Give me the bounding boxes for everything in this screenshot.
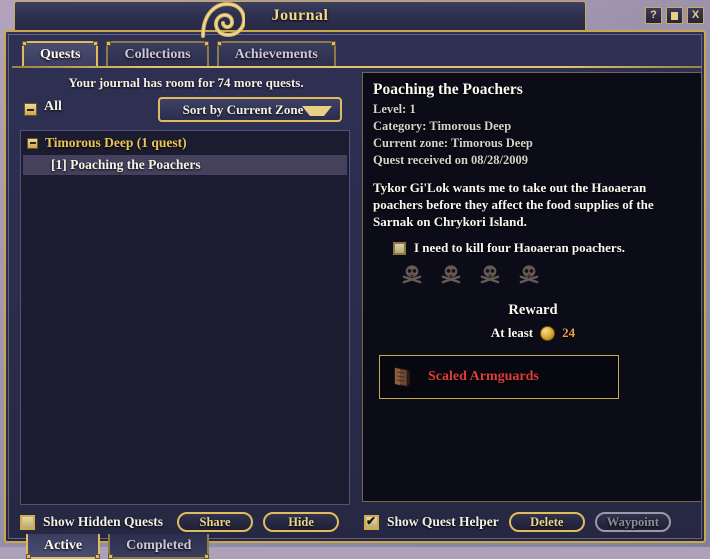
journal-window: Journal ? X Quests Collections Achieveme… — [0, 0, 710, 559]
quest-group-header[interactable]: Timorous Deep (1 quest) — [23, 133, 347, 153]
scroll-ornament-icon — [201, 2, 245, 38]
armguards-icon — [394, 367, 410, 387]
kill-counter-markers — [401, 264, 693, 284]
hide-button[interactable]: Hide — [263, 512, 340, 532]
quest-description: Tykor Gi'Lok wants me to take out the Ha… — [373, 180, 654, 229]
show-hidden-quests-label: Show Hidden Quests — [43, 514, 164, 529]
tab-achievements[interactable]: Achievements — [216, 41, 336, 67]
reward-heading: Reward — [508, 302, 558, 318]
quest-detail-box: Poaching the Poachers Level: 1 Category:… — [362, 72, 702, 502]
quest-current-zone: Current zone: Timorous Deep — [373, 136, 533, 150]
tab-collections-label: Collections — [124, 47, 191, 62]
filter-row: All Sort by Current Zone — [16, 97, 356, 125]
tab-stud-right — [330, 41, 336, 46]
sort-dropdown[interactable]: Sort by Current Zone — [158, 97, 342, 122]
tab-collections[interactable]: Collections — [106, 41, 209, 67]
quest-detail-column: Poaching the Poachers Level: 1 Category:… — [362, 72, 704, 532]
show-hidden-quests-checkbox[interactable] — [20, 514, 35, 530]
tab-stud-left — [216, 41, 222, 46]
tab-quests-label: Quests — [40, 47, 81, 62]
reward-prefix-label: At least — [490, 325, 534, 340]
gold-coin-icon — [540, 325, 556, 341]
window-controls: ? X — [645, 7, 704, 24]
tab-stud-right — [204, 554, 210, 559]
chevron-down-icon — [302, 106, 332, 116]
reward-currency-row: At least 24 — [373, 325, 693, 341]
show-quest-helper-label: Show Quest Helper — [387, 514, 499, 529]
quest-category: Category: Timorous Deep — [373, 119, 512, 133]
waypoint-button: Waypoint — [594, 512, 671, 532]
show-quest-helper-checkbox[interactable] — [364, 514, 379, 530]
quest-level: Level: 1 — [373, 102, 416, 116]
quest-list-item[interactable]: [1] Poaching the Poachers — [23, 155, 347, 175]
tab-underline-divider — [12, 66, 702, 68]
reward-item-name: Scaled Armguards — [428, 369, 539, 384]
window-titlebar[interactable]: Journal — [14, 1, 586, 38]
quest-list-box[interactable]: Timorous Deep (1 quest) [1] Poaching the… — [20, 130, 350, 505]
quest-objective-text: I need to kill four Haoaeran poachers. — [414, 240, 626, 255]
tab-quests[interactable]: Quests — [22, 41, 99, 67]
filter-all-label: All — [44, 99, 62, 114]
tab-stud-left — [106, 41, 112, 46]
quest-detail-content: Poaching the Poachers Level: 1 Category:… — [373, 81, 693, 399]
collapse-all-icon[interactable] — [24, 103, 37, 116]
skull-icon — [480, 265, 500, 284]
tab-stud-left — [22, 41, 27, 46]
quest-list-actions: Show Hidden Quests Share Hide — [20, 510, 356, 534]
bottom-tab-completed-label: Completed — [126, 537, 192, 553]
tab-stud-left — [26, 554, 31, 559]
window-title: Journal — [271, 7, 329, 24]
share-button[interactable]: Share — [177, 512, 254, 532]
close-button[interactable]: X — [687, 7, 704, 24]
quest-detail-actions: Show Quest Helper Delete Waypoint — [364, 510, 704, 534]
quest-group-label: Timorous Deep (1 quest) — [45, 135, 187, 150]
tab-stud-right — [203, 41, 209, 46]
minimize-button[interactable] — [666, 7, 683, 24]
quest-received-date: Quest received on 08/28/2009 — [373, 153, 528, 167]
journal-room-message: Your journal has room for 74 more quests… — [68, 75, 304, 90]
skull-icon — [441, 265, 461, 284]
bottom-tab-active-label: Active — [44, 537, 83, 553]
main-tab-row: Quests Collections Achievements — [22, 41, 336, 67]
journal-body: Quests Collections Achievements Your jou… — [4, 30, 706, 559]
quest-detail-title: Poaching the Poachers — [373, 81, 523, 98]
group-collapse-icon[interactable] — [27, 137, 38, 149]
tab-achievements-label: Achievements — [234, 47, 318, 62]
tab-stud-right — [95, 554, 101, 559]
help-button[interactable]: ? — [645, 7, 662, 24]
quest-list-column: Your journal has room for 74 more quests… — [16, 72, 356, 532]
reward-amount: 24 — [562, 325, 576, 340]
quest-objective-row: I need to kill four Haoaeran poachers. — [393, 240, 693, 256]
reward-item-row[interactable]: Scaled Armguards — [379, 355, 619, 399]
tab-stud-left — [108, 554, 114, 559]
delete-button[interactable]: Delete — [508, 512, 585, 532]
skull-icon — [402, 265, 422, 284]
quest-list-inner: Timorous Deep (1 quest) [1] Poaching the… — [23, 133, 347, 502]
skull-icon — [519, 265, 539, 284]
quest-list-item-label: [1] Poaching the Poachers — [51, 157, 201, 172]
objective-checkbox[interactable] — [393, 241, 406, 255]
tab-stud-right — [93, 41, 99, 46]
